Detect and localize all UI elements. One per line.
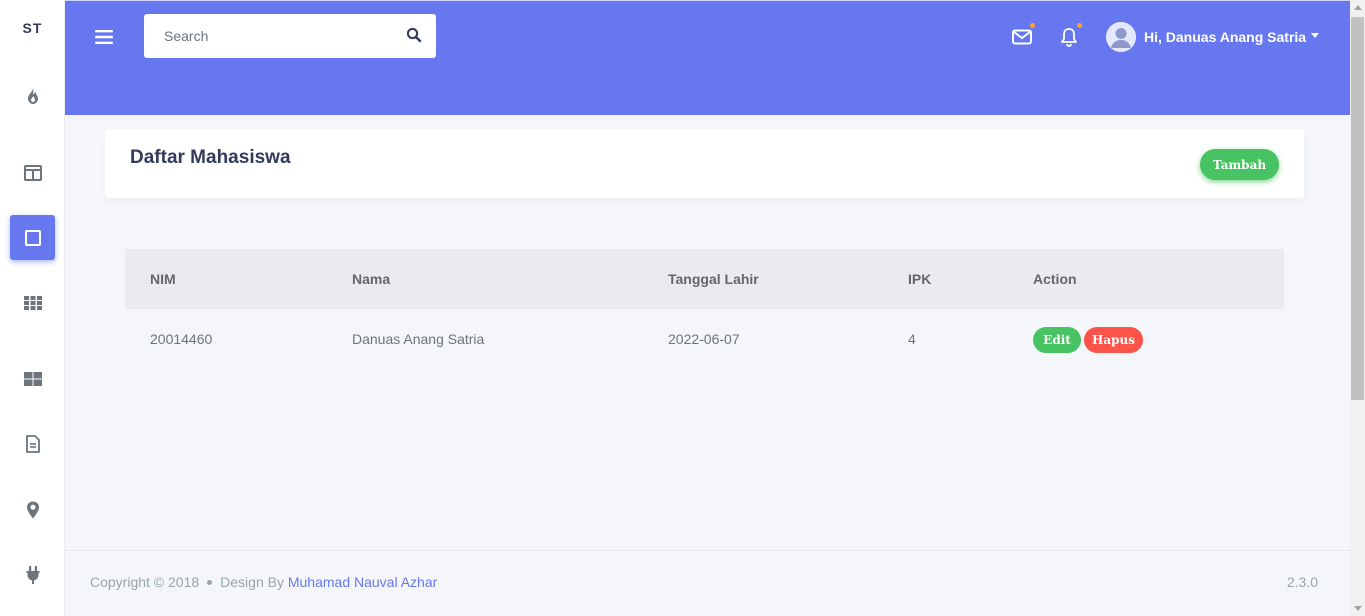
copyright-text: Copyright © 2018 — [90, 574, 200, 590]
search-button[interactable] — [406, 27, 424, 45]
sidebar-toggle-button[interactable] — [93, 26, 115, 48]
search-icon — [406, 27, 422, 43]
section-header: Daftar Mahasiswa Tambah — [105, 129, 1304, 198]
cell-nim: 20014460 — [150, 331, 213, 347]
plug-icon — [26, 565, 39, 584]
sidebar-item-components[interactable] — [10, 356, 55, 401]
fire-icon — [27, 87, 38, 104]
user-avatar-icon — [1106, 22, 1136, 52]
page-scrollbar[interactable] — [1350, 0, 1365, 616]
grid-icon — [23, 295, 42, 310]
author-link[interactable]: Muhamad Nauval Azhar — [288, 574, 437, 590]
search-box — [144, 14, 436, 58]
design-by-text: Design By — [220, 574, 284, 590]
notifications-button[interactable] — [1057, 23, 1082, 49]
sidebar-item-maps[interactable] — [10, 487, 55, 532]
delete-button[interactable]: Hapus — [1084, 327, 1143, 353]
add-button[interactable]: Tambah — [1200, 149, 1279, 180]
cell-ipk: 4 — [908, 331, 916, 347]
column-header-tanggal-lahir: Tanggal Lahir — [668, 271, 759, 287]
notification-indicator — [1077, 23, 1082, 28]
search-input[interactable] — [144, 14, 394, 58]
sidebar: ST — [0, 0, 65, 616]
sidebar-item-forms[interactable] — [10, 421, 55, 466]
bell-icon — [1061, 28, 1077, 47]
scroll-thumb[interactable] — [1351, 17, 1364, 400]
sidebar-item-blank-page[interactable] — [10, 215, 55, 260]
map-marker-icon — [26, 501, 39, 518]
dashboard-icon — [23, 371, 42, 386]
envelope-icon — [1012, 29, 1032, 45]
user-name: Hi, Danuas Anang Satria — [1144, 29, 1307, 45]
scroll-up-arrow-icon[interactable] — [1354, 5, 1362, 10]
square-icon — [24, 229, 41, 246]
hamburger-icon — [95, 30, 113, 44]
sidebar-item-modules[interactable] — [10, 552, 55, 597]
students-table: NIM Nama Tanggal Lahir IPK Action 200144… — [125, 249, 1284, 369]
page-title: Daftar Mahasiswa — [130, 147, 291, 168]
version-text: 2.3.0 — [1286, 574, 1318, 590]
column-header-ipk: IPK — [908, 271, 932, 287]
column-header-action: Action — [1033, 271, 1077, 287]
table-row: 20014460 Danuas Anang Satria 2022-06-07 … — [125, 309, 1284, 369]
cell-tanggal-lahir: 2022-06-07 — [668, 331, 740, 347]
message-indicator — [1030, 23, 1035, 28]
sidebar-item-dashboard[interactable] — [10, 73, 55, 118]
avatar — [1106, 22, 1136, 52]
caret-down-icon — [1311, 33, 1320, 38]
sidebar-item-layout[interactable] — [10, 150, 55, 195]
footer-left: Copyright © 2018 Design By Muhamad Nauval… — [90, 574, 437, 590]
column-header-nim: NIM — [150, 271, 176, 287]
footer: Copyright © 2018 Design By Muhamad Nauval… — [65, 550, 1350, 616]
scroll-down-arrow-icon[interactable] — [1354, 606, 1362, 611]
messages-button[interactable] — [1010, 23, 1035, 49]
sidebar-brand[interactable]: ST — [0, 20, 65, 36]
sidebar-item-bootstrap[interactable] — [10, 280, 55, 325]
user-menu[interactable]: Hi, Danuas Anang Satria — [1106, 22, 1320, 52]
bullet-separator — [207, 580, 213, 585]
file-icon — [25, 434, 40, 453]
table-header-row: NIM Nama Tanggal Lahir IPK Action — [125, 249, 1284, 309]
columns-icon — [23, 164, 42, 181]
edit-button[interactable]: Edit — [1033, 327, 1081, 353]
topbar: Hi, Danuas Anang Satria — [65, 0, 1350, 115]
column-header-nama: Nama — [352, 271, 391, 287]
cell-nama: Danuas Anang Satria — [352, 331, 485, 347]
